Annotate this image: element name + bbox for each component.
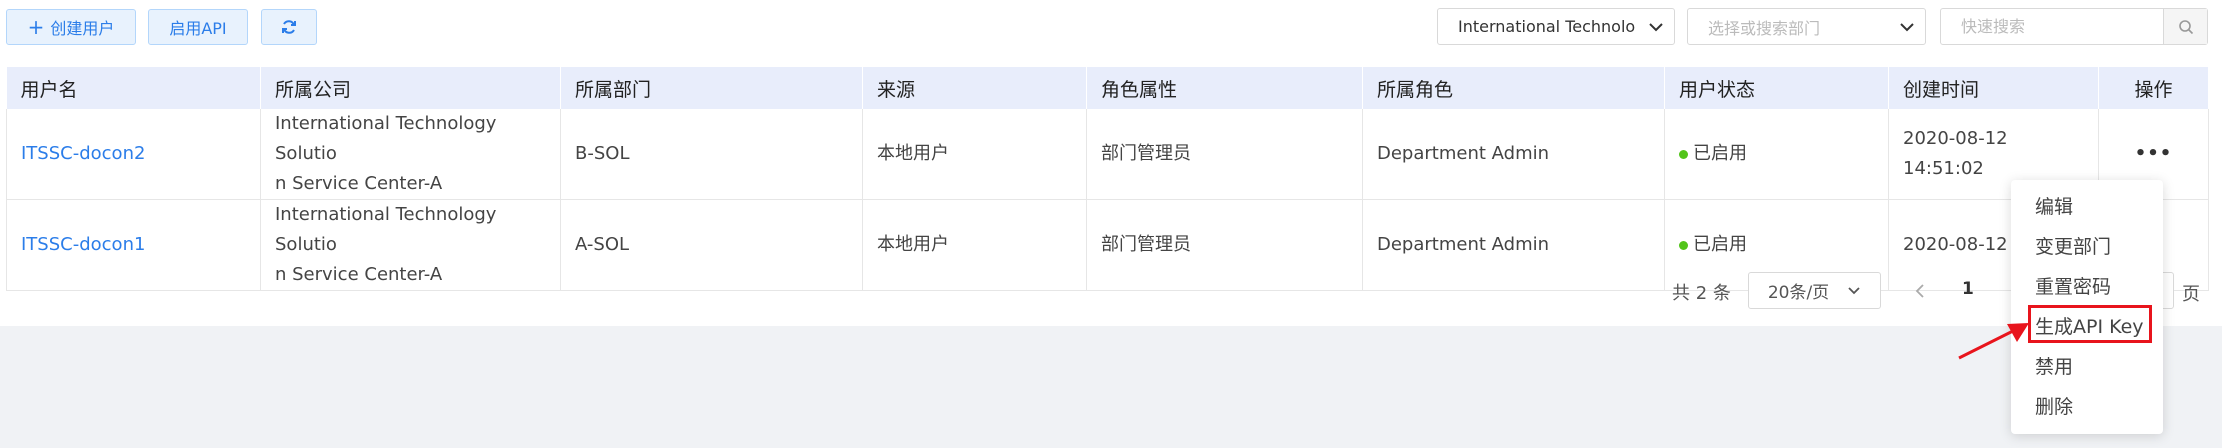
status-text: 已启用 [1693, 234, 1747, 255]
chevron-down-icon [1638, 22, 1674, 32]
company-line: n Service Center-A [275, 173, 443, 194]
status-text: 已启用 [1693, 143, 1747, 164]
role-attr-cell: 部门管理员 [1086, 109, 1363, 200]
column-header: 来源 [862, 67, 1087, 109]
menu-item-disable[interactable]: 禁用 [2035, 352, 2073, 379]
highlight-box [2028, 305, 2152, 343]
company-select-value: International Technolo [1458, 17, 1636, 36]
department-cell: A-SOL [560, 199, 863, 291]
status-dot [1679, 149, 1688, 159]
column-header: 所属角色 [1362, 67, 1665, 109]
search-icon [2178, 19, 2193, 34]
enable-api-button[interactable]: 启用API [148, 9, 248, 45]
table-row: ITSSC-docon2 International Technology So… [6, 109, 2209, 200]
create-user-button[interactable]: + 创建用户 [6, 9, 136, 45]
arrow-icon [1958, 323, 2029, 360]
role-attr-cell: 部门管理员 [1086, 199, 1363, 291]
refresh-icon [282, 20, 296, 34]
more-actions-button[interactable]: ••• [2135, 143, 2173, 164]
refresh-button[interactable] [261, 9, 317, 45]
table-header-row: 用户名 所属公司 所属部门 来源 角色属性 所属角色 用户状态 创建时间 操作 [6, 67, 2209, 109]
current-page[interactable]: 1 [1962, 279, 1974, 299]
column-header: 操作 [2098, 67, 2209, 109]
enable-api-label: 启用API [169, 19, 227, 38]
chevron-left-icon [1915, 284, 1924, 298]
company-select[interactable]: International Technolo [1437, 8, 1675, 45]
pagination-total: 共 2 条 [1672, 283, 1731, 304]
page-size-value: 20条/页 [1767, 283, 1830, 303]
plus-icon: + [27, 15, 45, 39]
column-header: 创建时间 [1888, 67, 2099, 109]
chevron-down-icon [1889, 22, 1925, 32]
search-input[interactable] [1941, 9, 2163, 44]
company-cell: International Technology Solutio n Servi… [260, 109, 561, 200]
department-select-placeholder: 选择或搜索部门 [1708, 18, 1821, 38]
status-cell: 已启用 [1664, 109, 1889, 200]
user-management-panel: + 创建用户 启用API International Technolo 选择或搜… [0, 0, 2222, 326]
username-link[interactable]: ITSSC-docon2 [21, 143, 145, 164]
department-cell: B-SOL [560, 109, 863, 200]
create-user-label: 创建用户 [50, 19, 115, 38]
company-cell: International Technology Solutio n Servi… [260, 199, 561, 291]
menu-item-edit[interactable]: 编辑 [2035, 192, 2073, 219]
chevron-down-icon [1848, 287, 1860, 295]
user-table: 用户名 所属公司 所属部门 来源 角色属性 所属角色 用户状态 创建时间 操作 … [6, 67, 2209, 291]
role-cell: Department Admin [1362, 109, 1665, 200]
company-line: International Technology Solutio [275, 113, 497, 164]
source-cell: 本地用户 [862, 109, 1087, 200]
page-unit-label: 页 [2182, 284, 2200, 305]
menu-item-delete[interactable]: 删除 [2035, 392, 2073, 419]
search-button[interactable] [2163, 9, 2207, 44]
column-header: 用户状态 [1664, 67, 1889, 109]
username-link[interactable]: ITSSC-docon1 [21, 234, 145, 255]
company-line: International Technology Solutio [275, 204, 497, 255]
column-header: 所属公司 [260, 67, 561, 109]
role-cell: Department Admin [1362, 199, 1665, 291]
department-select[interactable]: 选择或搜索部门 [1687, 8, 1926, 45]
column-header: 用户名 [6, 67, 261, 109]
company-line: n Service Center-A [275, 264, 443, 285]
quick-search [1940, 8, 2208, 45]
status-dot [1679, 240, 1688, 250]
page-size-select[interactable]: 20条/页 [1748, 272, 1881, 309]
column-header: 角色属性 [1086, 67, 1363, 109]
prev-page-button[interactable] [1908, 276, 1932, 306]
column-header: 所属部门 [560, 67, 863, 109]
menu-item-reset-password[interactable]: 重置密码 [2035, 272, 2111, 299]
source-cell: 本地用户 [862, 199, 1087, 291]
menu-item-change-department[interactable]: 变更部门 [2035, 232, 2111, 259]
